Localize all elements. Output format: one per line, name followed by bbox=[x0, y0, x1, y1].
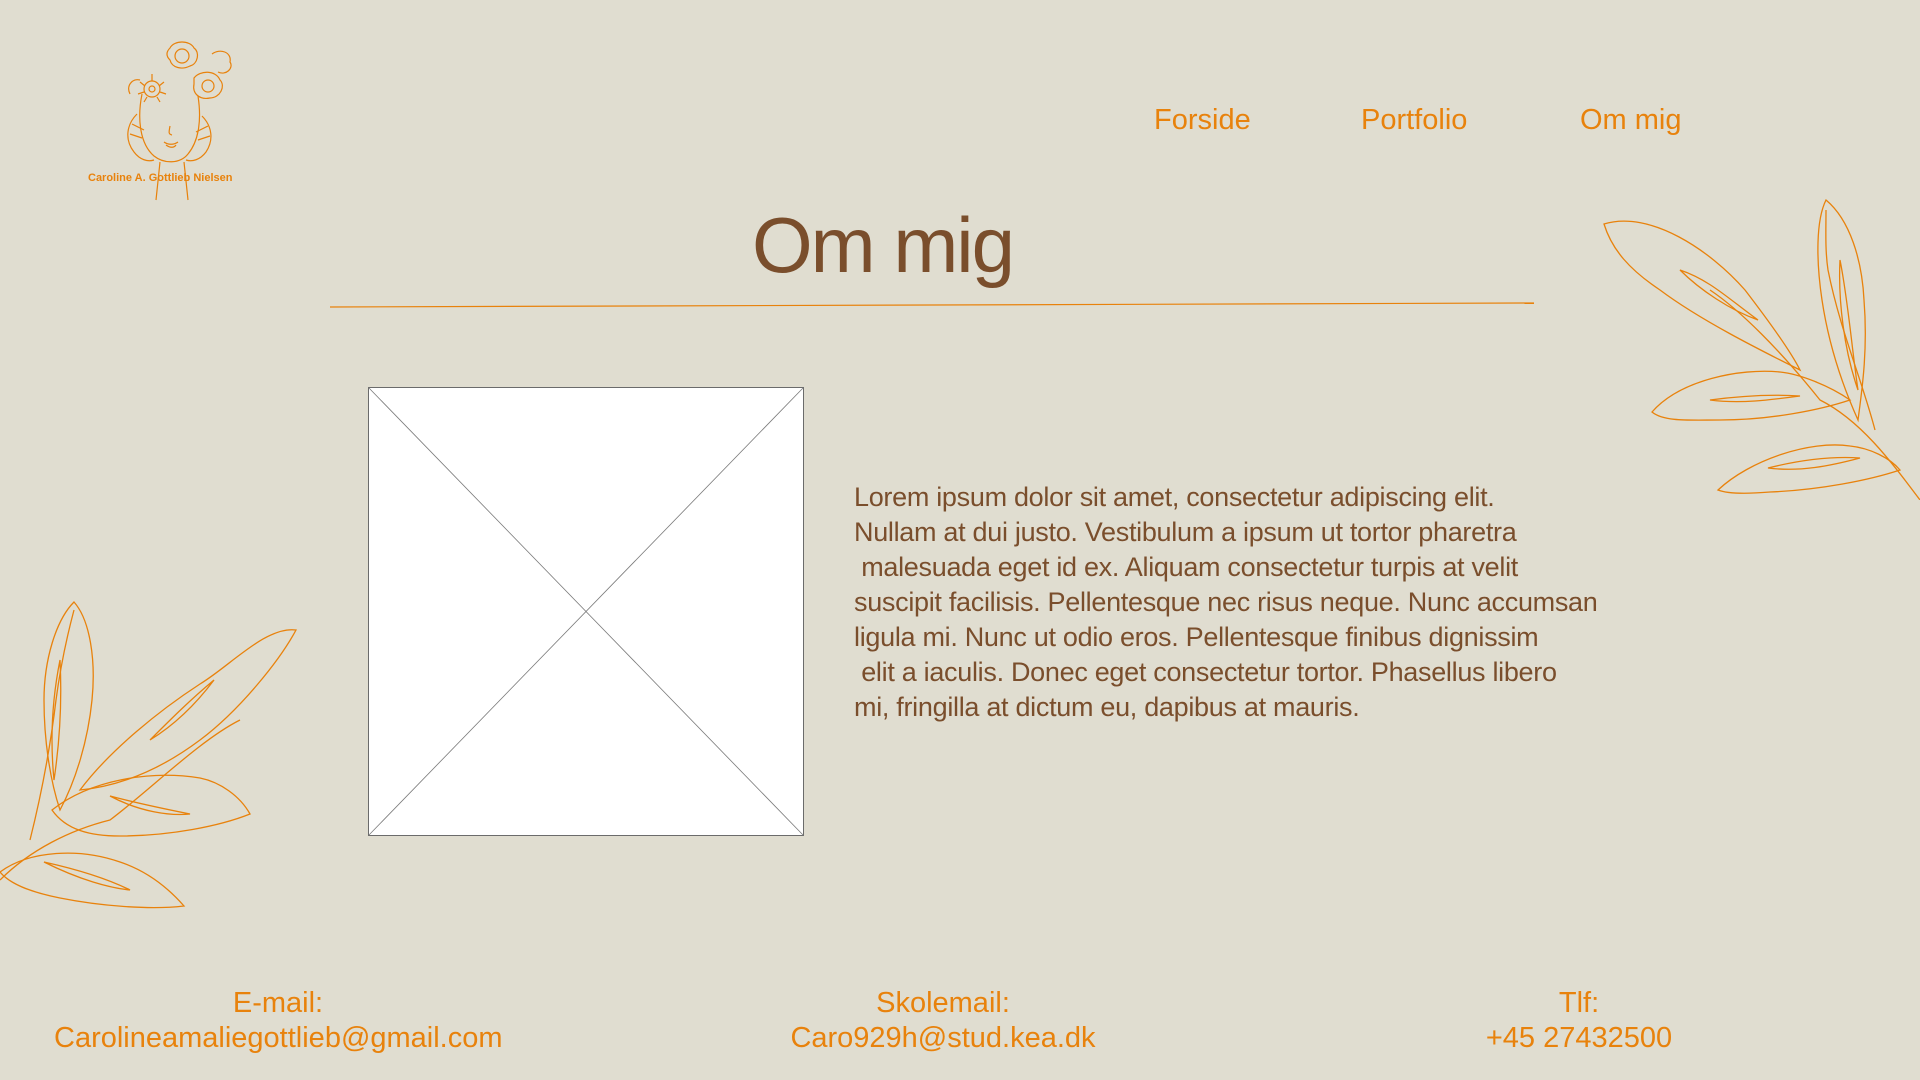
footer-school-email: Skolemail: Caro929h@stud.kea.dk bbox=[790, 986, 1096, 1056]
title-divider bbox=[330, 302, 1535, 308]
about-text: Lorem ipsum dolor sit amet, consectetur … bbox=[854, 480, 1754, 725]
about-text-line: ligula mi. Nunc ut odio eros. Pellentesq… bbox=[854, 622, 1539, 652]
about-text-line: suscipit facilisis. Pellentesque nec ris… bbox=[854, 587, 1598, 617]
footer-email-label: E-mail: bbox=[232, 987, 324, 1019]
nav-item-om-mig[interactable]: Om mig bbox=[1580, 104, 1682, 137]
about-text-line: mi, fringilla at dictum eu, dapibus at m… bbox=[854, 692, 1360, 722]
footer-school-email-label: Skolemail: bbox=[876, 987, 1010, 1019]
leaf-branch-icon bbox=[1603, 198, 1920, 500]
leaf-branch-icon bbox=[0, 601, 298, 909]
main-nav: Forside Portfolio Om mig bbox=[0, 104, 1920, 140]
footer-school-email-value[interactable]: Caro929h@stud.kea.dk bbox=[790, 1021, 1096, 1056]
page-title: Om mig bbox=[752, 201, 1015, 289]
about-text-line: elit a iaculis. Donec eget consectetur t… bbox=[854, 657, 1557, 687]
image-placeholder-icon bbox=[368, 387, 804, 836]
nav-item-forside[interactable]: Forside bbox=[1154, 104, 1251, 137]
footer-phone-value[interactable]: +45 27432500 bbox=[1476, 1021, 1682, 1056]
footer-phone-label: Tlf: bbox=[1558, 987, 1600, 1019]
footer-phone: Tlf: +45 27432500 bbox=[1476, 986, 1682, 1056]
footer-email: E-mail: Carolineamaliegottlieb@gmail.com bbox=[54, 986, 503, 1056]
page: Caroline A. Gottlieb Nielsen Forside Por… bbox=[0, 0, 1920, 1080]
about-text-line: malesuada eget id ex. Aliquam consectetu… bbox=[854, 552, 1518, 582]
logo-text: Caroline A. Gottlieb Nielsen bbox=[88, 172, 233, 184]
nav-item-portfolio[interactable]: Portfolio bbox=[1361, 104, 1467, 137]
footer-email-value[interactable]: Carolineamaliegottlieb@gmail.com bbox=[54, 1021, 503, 1056]
profile-image-placeholder bbox=[368, 387, 804, 836]
about-text-line: Nullam at dui justo. Vestibulum a ipsum … bbox=[854, 517, 1517, 547]
